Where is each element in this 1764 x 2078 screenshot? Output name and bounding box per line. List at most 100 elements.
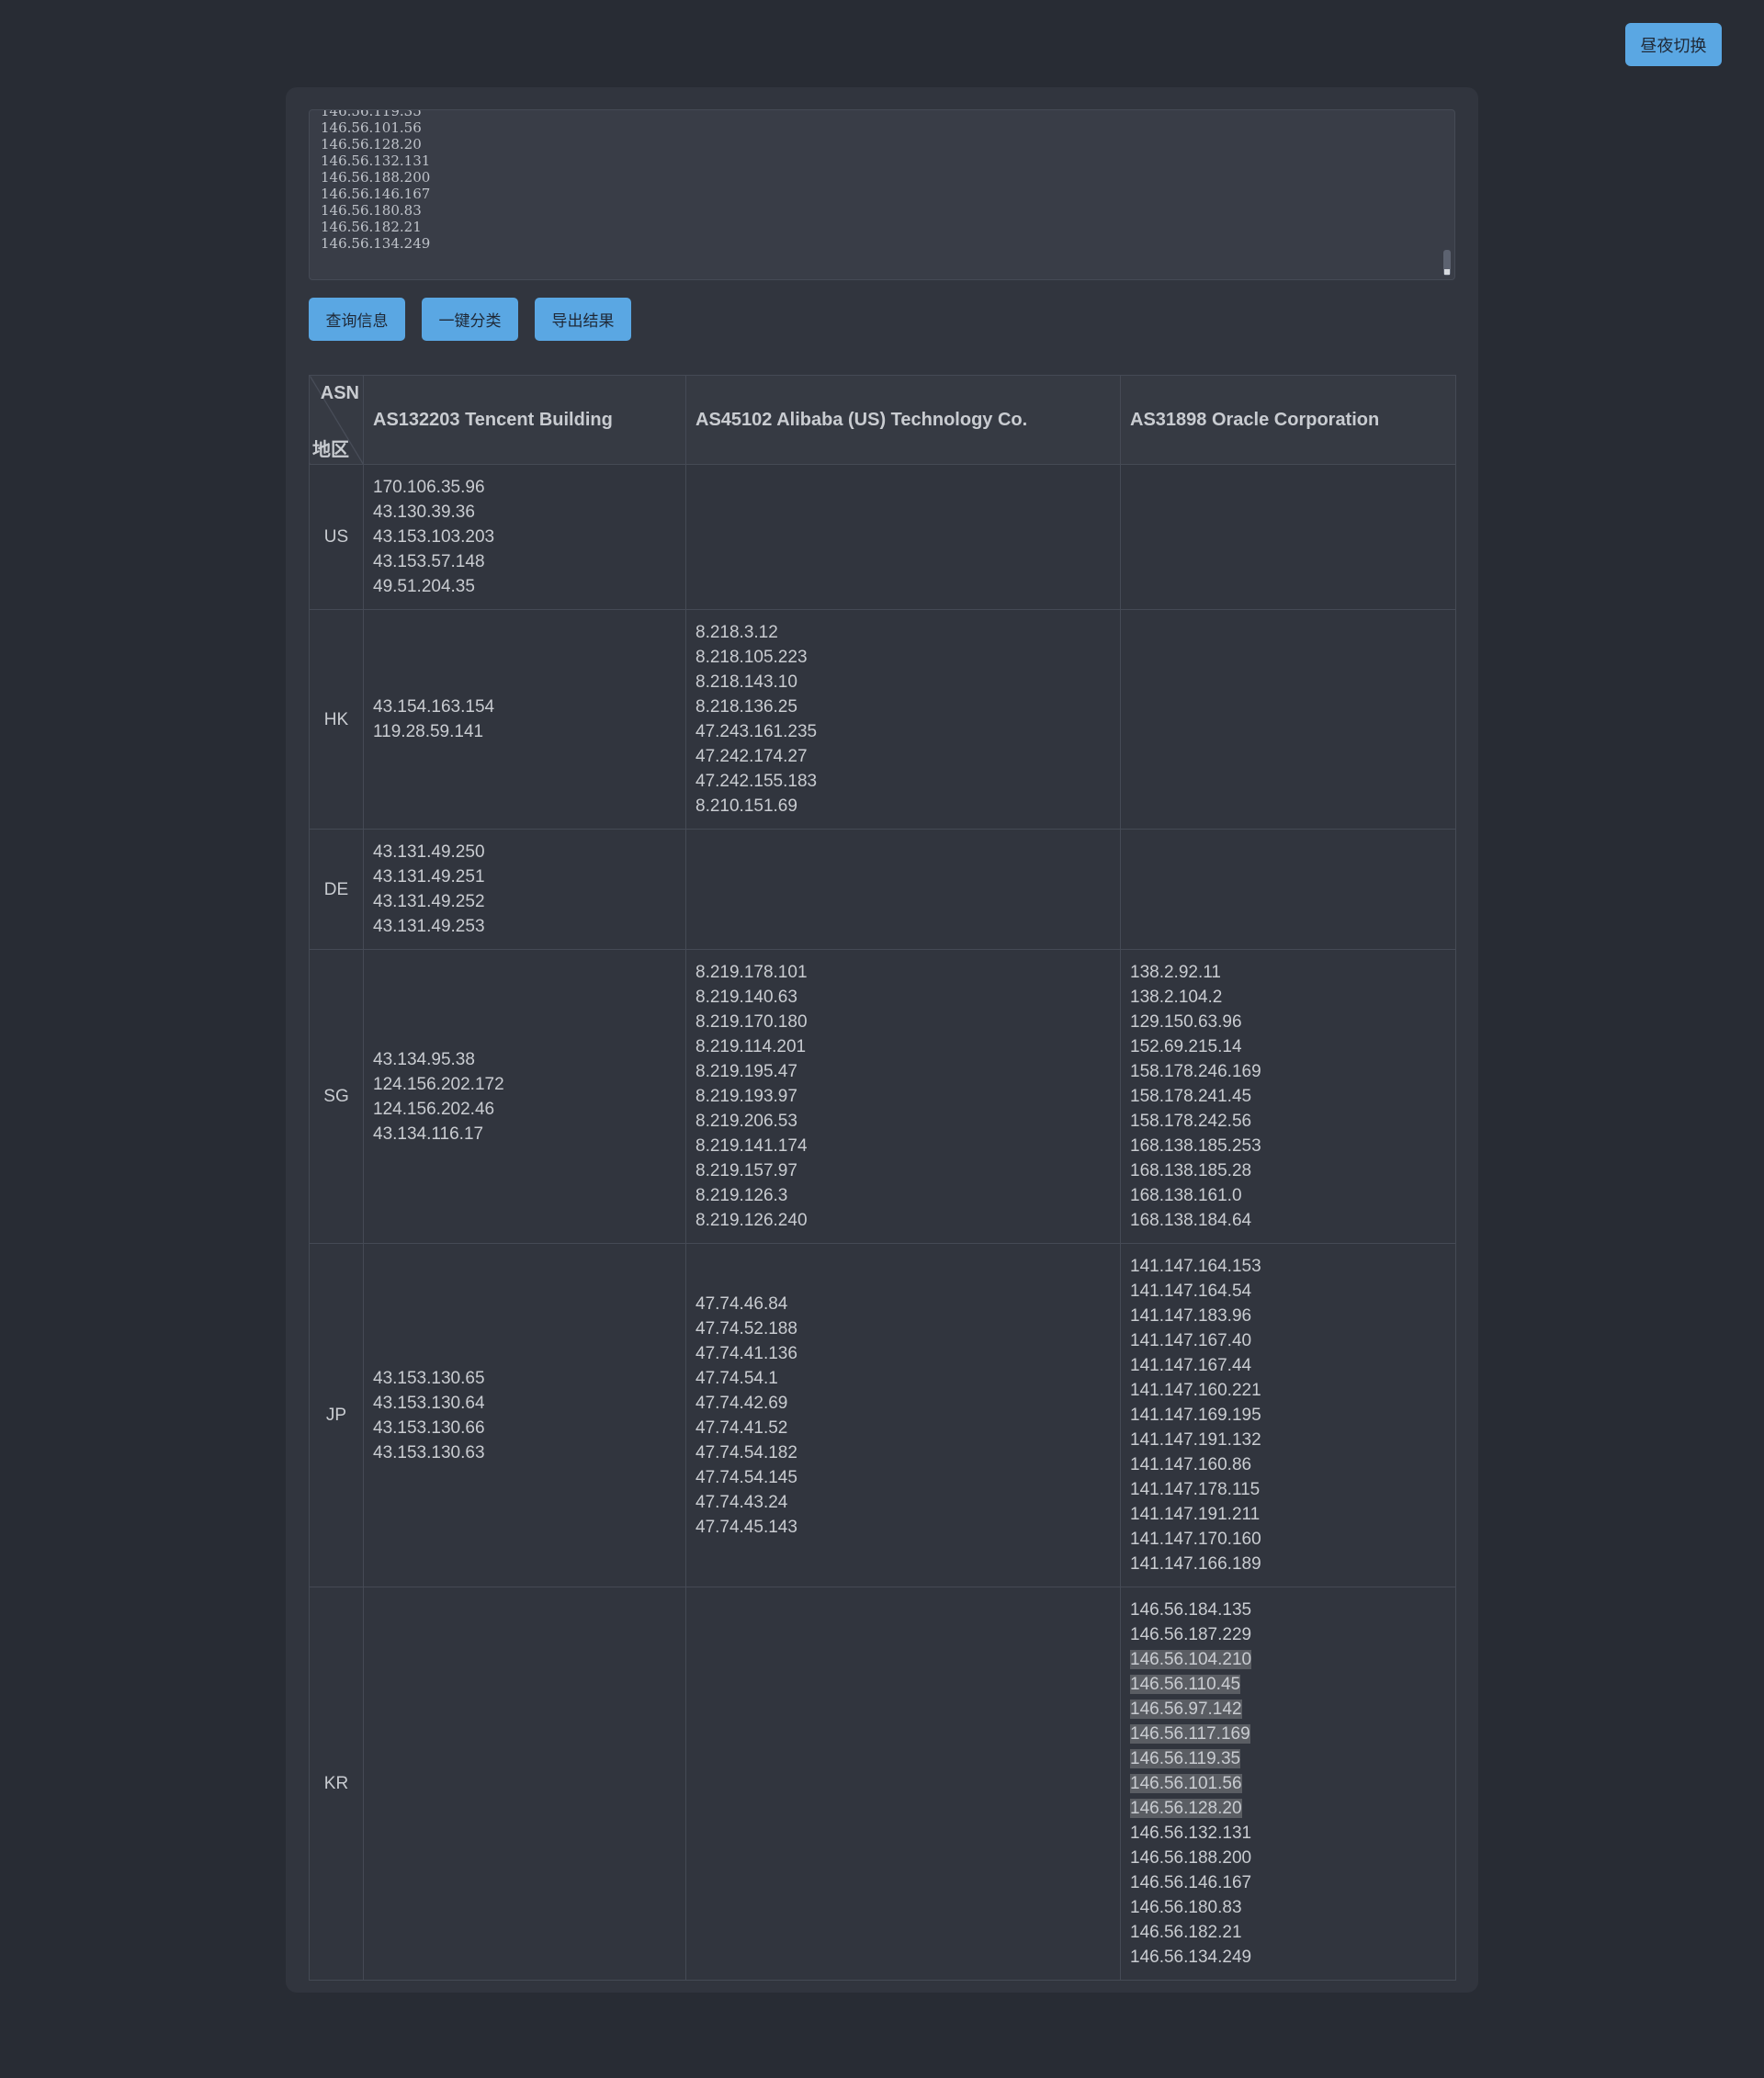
ip-address: 47.74.54.1 — [695, 1366, 1111, 1391]
ip-address: 146.56.128.20 — [1130, 1796, 1446, 1821]
ip-address: 47.74.54.182 — [695, 1440, 1111, 1465]
ip-address: 146.56.117.169 — [1130, 1722, 1446, 1746]
query-button[interactable]: 查询信息 — [309, 298, 405, 341]
ip-address-text: 138.2.104.2 — [1130, 988, 1223, 1007]
ip-address: 43.153.130.65 — [373, 1366, 676, 1391]
ip-address: 141.147.191.132 — [1130, 1428, 1446, 1452]
ip-address: 146.56.146.167 — [1130, 1870, 1446, 1895]
ip-address: 146.56.182.21 — [1130, 1920, 1446, 1945]
ip-address-text: 168.138.185.28 — [1130, 1161, 1252, 1180]
ip-address-text: 43.131.49.252 — [373, 892, 485, 911]
ip-address-text: 8.218.105.223 — [695, 648, 808, 667]
ip-cell — [1120, 464, 1456, 610]
ip-address-text: 8.219.206.53 — [695, 1112, 797, 1131]
ip-address: 141.147.178.115 — [1130, 1477, 1446, 1502]
ip-address: 141.147.160.86 — [1130, 1452, 1446, 1477]
ip-address: 146.56.188.200 — [1130, 1846, 1446, 1870]
ip-address: 152.69.215.14 — [1130, 1034, 1446, 1059]
ip-address-text: 8.218.136.25 — [695, 697, 797, 717]
main-panel: 146.56.119.35 146.56.101.56 146.56.128.2… — [286, 87, 1478, 1993]
ip-cell — [685, 464, 1121, 610]
ip-cell: 8.219.178.101 8.219.140.63 8.219.170.180 8.… — [685, 949, 1121, 1244]
ip-address-text: 141.147.166.189 — [1130, 1554, 1261, 1574]
table-header-row: ASN 地区 AS132203 Tencent Building AS45102… — [309, 375, 1456, 465]
ip-address: 146.56.110.45 — [1130, 1672, 1446, 1697]
ip-address: 8.219.195.47 — [695, 1059, 1111, 1084]
ip-address-text: 158.178.241.45 — [1130, 1087, 1252, 1106]
ip-address: 43.153.130.66 — [373, 1416, 676, 1440]
ip-address-text: 43.153.130.65 — [373, 1368, 485, 1388]
result-table: ASN 地区 AS132203 Tencent Building AS45102… — [309, 375, 1456, 1981]
ip-address-text: 47.243.161.235 — [695, 722, 818, 741]
ip-input-textarea[interactable]: 146.56.119.35 146.56.101.56 146.56.128.2… — [309, 109, 1455, 280]
ip-address: 141.147.169.195 — [1130, 1403, 1446, 1428]
ip-address: 8.219.157.97 — [695, 1158, 1111, 1183]
ip-address-text: 8.219.170.180 — [695, 1012, 808, 1032]
classify-button[interactable]: 一键分类 — [422, 298, 518, 341]
ip-address-text: 146.56.104.210 — [1130, 1650, 1252, 1669]
ip-address: 47.74.41.52 — [695, 1416, 1111, 1440]
ip-address-text: 141.147.160.221 — [1130, 1381, 1261, 1400]
table-body: US 170.106.35.96 43.130.39.36 43.153.103.20… — [309, 464, 1456, 1981]
ip-address-text: 8.219.126.3 — [695, 1186, 788, 1205]
ip-address-text: 119.28.59.141 — [373, 722, 484, 741]
ip-address: 47.74.42.69 — [695, 1391, 1111, 1416]
ip-address: 43.153.130.64 — [373, 1391, 676, 1416]
ip-address-text: 47.74.46.84 — [695, 1293, 788, 1314]
ip-address-text: 146.56.180.83 — [1130, 1898, 1242, 1917]
ip-address: 158.178.246.169 — [1130, 1059, 1446, 1084]
theme-toggle-button[interactable]: 昼夜切换 — [1625, 23, 1722, 66]
ip-address: 146.56.134.249 — [1130, 1945, 1446, 1970]
textarea-resize-handle[interactable] — [1443, 250, 1451, 276]
ip-address-text: 158.178.246.169 — [1130, 1062, 1261, 1081]
ip-address: 168.138.161.0 — [1130, 1183, 1446, 1208]
ip-address: 141.147.170.160 — [1130, 1527, 1446, 1552]
ip-address: 49.51.204.35 — [373, 574, 676, 599]
ip-address: 8.219.206.53 — [695, 1109, 1111, 1134]
ip-cell — [1120, 829, 1456, 950]
ip-address: 8.219.140.63 — [695, 985, 1111, 1010]
ip-address-text: 158.178.242.56 — [1130, 1112, 1252, 1131]
ip-address: 47.242.155.183 — [695, 769, 1111, 794]
ip-address: 47.74.43.24 — [695, 1490, 1111, 1515]
ip-address: 141.147.183.96 — [1130, 1304, 1446, 1328]
ip-address-text: 170.106.35.96 — [373, 478, 485, 497]
ip-address-text: 43.153.57.148 — [373, 552, 485, 571]
ip-address-text: 141.147.160.86 — [1130, 1455, 1252, 1474]
ip-cell — [363, 1587, 686, 1981]
ip-address-text: 43.153.103.203 — [373, 527, 495, 547]
ip-address-text: 146.56.146.167 — [1130, 1873, 1252, 1892]
column-header: AS45102 Alibaba (US) Technology Co. — [685, 375, 1121, 465]
ip-address: 43.131.49.252 — [373, 889, 676, 914]
ip-address: 141.147.160.221 — [1130, 1378, 1446, 1403]
ip-cell: 43.154.163.154 119.28.59.141 — [363, 609, 686, 830]
ip-address: 8.219.170.180 — [695, 1010, 1111, 1034]
ip-address: 47.74.52.188 — [695, 1316, 1111, 1341]
ip-address-text: 146.56.132.131 — [1130, 1824, 1252, 1843]
ip-address: 47.74.45.143 — [695, 1515, 1111, 1540]
ip-address: 146.56.119.35 — [1130, 1746, 1446, 1771]
ip-address: 168.138.185.253 — [1130, 1134, 1446, 1158]
ip-cell: 170.106.35.96 43.130.39.36 43.153.103.203 4… — [363, 464, 686, 610]
export-button[interactable]: 导出结果 — [535, 298, 631, 341]
ip-address: 43.153.57.148 — [373, 549, 676, 574]
ip-address-text: 43.130.39.36 — [373, 503, 475, 522]
ip-address: 8.219.178.101 — [695, 960, 1111, 985]
ip-address-text: 146.56.182.21 — [1130, 1923, 1242, 1942]
ip-address: 119.28.59.141 — [373, 719, 676, 744]
ip-address: 168.138.185.28 — [1130, 1158, 1446, 1183]
ip-address: 43.131.49.251 — [373, 864, 676, 889]
ip-address: 168.138.184.64 — [1130, 1208, 1446, 1233]
ip-address-text: 141.147.178.115 — [1130, 1480, 1261, 1499]
ip-cell: 8.218.3.12 8.218.105.223 8.218.143.10 8.218… — [685, 609, 1121, 830]
ip-address: 8.219.126.3 — [695, 1183, 1111, 1208]
ip-address-text: 43.134.116.17 — [373, 1124, 484, 1144]
ip-address: 138.2.104.2 — [1130, 985, 1446, 1010]
table-row: JP 43.153.130.65 43.153.130.64 43.153.130.6… — [309, 1243, 1456, 1587]
ip-cell — [685, 829, 1121, 950]
ip-address-text: 43.131.49.253 — [373, 917, 485, 936]
ip-address: 141.147.191.211 — [1130, 1502, 1446, 1527]
ip-address-text: 8.218.3.12 — [695, 623, 778, 642]
ip-address-text: 146.56.117.169 — [1130, 1724, 1250, 1744]
table-row: US 170.106.35.96 43.130.39.36 43.153.103.20… — [309, 464, 1456, 610]
